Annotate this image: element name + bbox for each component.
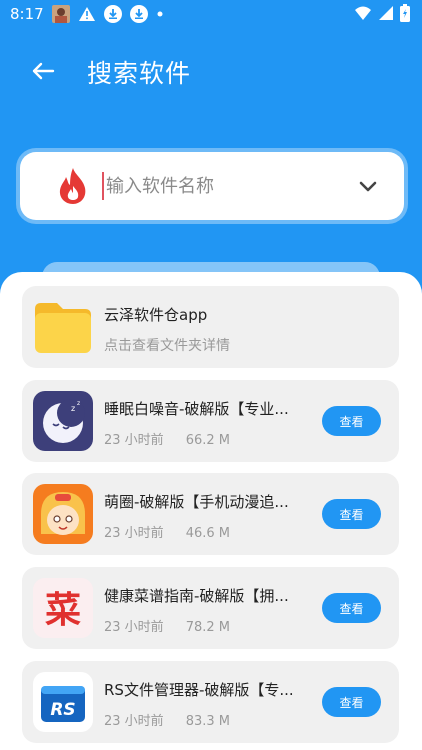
app-name: 萌圈-破解版【手机动漫追... — [104, 493, 289, 511]
list-item[interactable]: z z 睡眠白噪音-破解版【专业... 23 小时前 66.2 M 查看 — [22, 380, 399, 462]
search-box — [20, 152, 404, 220]
results-sheet: 云泽软件仓app 点击查看文件夹详情 z z 睡眠白噪音-破解版【专业... 2… — [0, 272, 422, 750]
list-item[interactable]: 菜 健康菜谱指南-破解版【拥... 23 小时前 78.2 M 查看 — [22, 567, 399, 649]
app-time: 23 小时前 — [104, 620, 164, 635]
warning-icon — [78, 6, 96, 22]
svg-text:z: z — [71, 404, 75, 413]
download-icon — [103, 5, 122, 23]
wifi-icon — [354, 5, 372, 25]
recipe-icon: 菜 — [33, 578, 93, 638]
status-time: 8:17 — [10, 5, 44, 23]
app-bar: 搜索软件 — [0, 40, 422, 100]
svg-text:z: z — [77, 400, 80, 407]
view-button[interactable]: 查看 — [322, 406, 381, 436]
recipe-icon-glyph: 菜 — [45, 590, 81, 631]
status-bar: 8:17 — [0, 0, 422, 28]
folder-name: 云泽软件仓app — [104, 306, 208, 324]
folder-subtitle: 点击查看文件夹详情 — [104, 338, 230, 354]
app-name: 睡眠白噪音-破解版【专业... — [104, 400, 289, 418]
view-button[interactable]: 查看 — [322, 593, 381, 623]
moon-sleep-icon: z z — [33, 391, 93, 451]
dot-icon — [156, 10, 164, 18]
app-name: 健康菜谱指南-破解版【拥... — [104, 587, 289, 605]
view-button[interactable]: 查看 — [322, 687, 381, 717]
app-time: 23 小时前 — [104, 433, 164, 448]
search-input[interactable] — [102, 172, 352, 200]
app-size: 78.2 M — [185, 620, 230, 635]
back-button[interactable] — [26, 56, 60, 86]
back-arrow-icon — [32, 62, 55, 80]
rs-file-manager-icon: RS — [33, 672, 93, 732]
app-size: 46.6 M — [185, 526, 230, 541]
chevron-down-icon[interactable] — [358, 176, 378, 196]
folder-icon — [33, 297, 93, 357]
app-time: 23 小时前 — [104, 526, 164, 541]
folder-card[interactable]: 云泽软件仓app 点击查看文件夹详情 — [22, 286, 399, 368]
list-item[interactable]: 萌圈-破解版【手机动漫追... 23 小时前 46.6 M 查看 — [22, 473, 399, 555]
avatar-icon — [51, 5, 70, 23]
anime-girl-icon — [33, 484, 93, 544]
view-button[interactable]: 查看 — [322, 499, 381, 529]
battery-icon — [400, 4, 410, 26]
download-icon — [129, 5, 148, 23]
app-meta: 23 小时前 46.6 M — [104, 522, 252, 541]
app-meta: 23 小时前 83.3 M — [104, 710, 252, 729]
page-title: 搜索软件 — [87, 59, 192, 88]
rs-icon-glyph: RS — [50, 700, 75, 720]
app-name: RS文件管理器-破解版【专... — [104, 681, 294, 699]
app-meta: 23 小时前 78.2 M — [104, 616, 252, 635]
flame-icon — [56, 167, 90, 205]
list-item[interactable]: RS RS文件管理器-破解版【专... 23 小时前 83.3 M 查看 — [22, 661, 399, 743]
app-time: 23 小时前 — [104, 714, 164, 729]
signal-icon — [378, 5, 394, 25]
app-size: 83.3 M — [185, 714, 230, 729]
app-size: 66.2 M — [185, 433, 230, 448]
app-meta: 23 小时前 66.2 M — [104, 429, 252, 448]
